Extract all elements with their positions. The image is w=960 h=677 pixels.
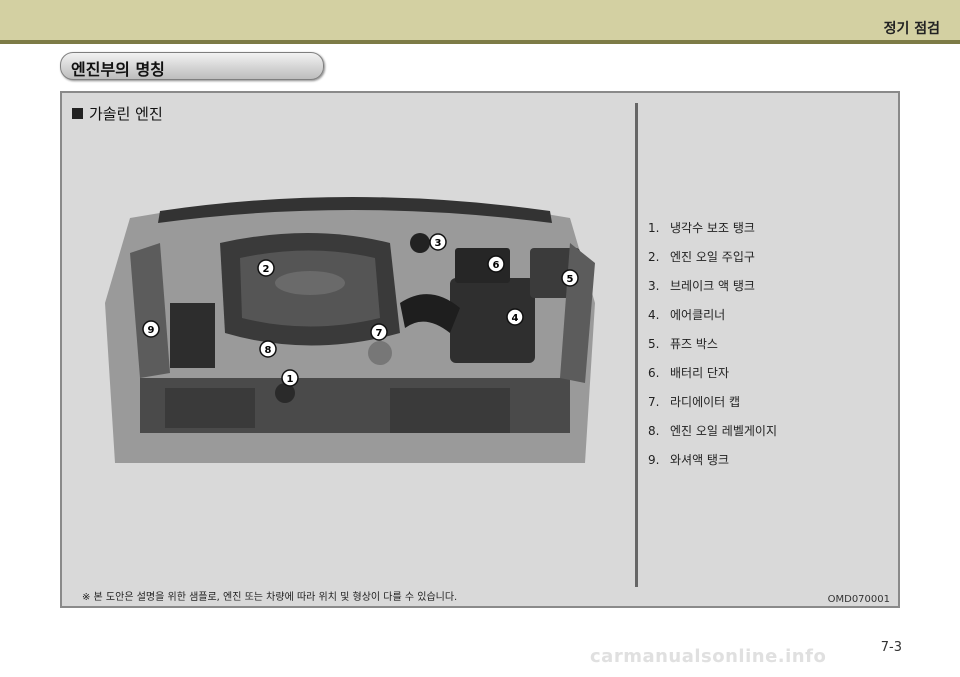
parts-list: 1. 냉각수 보조 탱크 2. 엔진 오일 주입구 3. 브레이크 액 탱크 4. 에어…: [648, 221, 777, 482]
svg-text:5: 5: [567, 274, 574, 285]
engine-panel: 가솔린 엔진 1 2 3 4 5 6 7 8 9 1. 냉각수 보조 탱크 2.…: [60, 91, 900, 608]
list-item: 9. 와셔액 탱크: [648, 453, 730, 467]
svg-text:9: 9: [148, 325, 155, 336]
callout-5: 5: [561, 269, 579, 287]
list-item: 1. 냉각수 보조 탱크: [648, 221, 755, 235]
list-item: 7. 라디에이터 캡: [648, 395, 741, 409]
engine-illustration: 1 2 3 4 5 6 7 8 9: [70, 183, 635, 483]
engine-subtitle-text: 가솔린 엔진: [89, 105, 163, 123]
callout-6: 6: [487, 255, 505, 273]
chapter-title: 정기 점검: [883, 21, 940, 37]
callout-2: 2: [257, 259, 275, 277]
list-item: 6. 배터리 단자: [648, 366, 730, 380]
svg-text:1: 1: [287, 374, 294, 385]
svg-text:4: 4: [512, 313, 519, 324]
callout-3: 3: [429, 233, 447, 251]
list-item: 4. 에어클리너: [648, 308, 726, 322]
bullet-square-icon: [72, 108, 83, 119]
svg-text:8: 8: [265, 345, 272, 356]
list-item: 8. 엔진 오일 레벨게이지: [648, 424, 777, 438]
callout-9: 9: [142, 320, 160, 338]
callout-4: 4: [506, 308, 524, 326]
list-item: 3. 브레이크 액 탱크: [648, 279, 755, 293]
list-item: 2. 엔진 오일 주입구: [648, 250, 755, 264]
header-rule: [0, 40, 960, 44]
watermark: carmanualsonline.info: [590, 646, 827, 667]
callout-1: 1: [281, 369, 299, 387]
engine-subtitle: 가솔린 엔진: [72, 103, 163, 124]
section-title: 엔진부의 명칭: [71, 60, 165, 79]
callout-7: 7: [370, 323, 388, 341]
section-title-tab: 엔진부의 명칭: [60, 52, 324, 80]
panel-divider: [635, 103, 638, 587]
svg-text:7: 7: [376, 328, 383, 339]
page-number: 7-3: [880, 640, 902, 655]
list-item: 5. 퓨즈 박스: [648, 337, 718, 351]
footnote: ※ 본 도안은 설명을 위한 샘플로, 엔진 또는 차량에 따라 위치 및 형상…: [82, 592, 458, 603]
callout-8: 8: [259, 340, 277, 358]
svg-text:3: 3: [435, 238, 442, 249]
image-code: OMD070001: [827, 594, 890, 605]
svg-text:2: 2: [263, 264, 270, 275]
header-band: [0, 0, 960, 40]
svg-text:6: 6: [493, 260, 500, 271]
